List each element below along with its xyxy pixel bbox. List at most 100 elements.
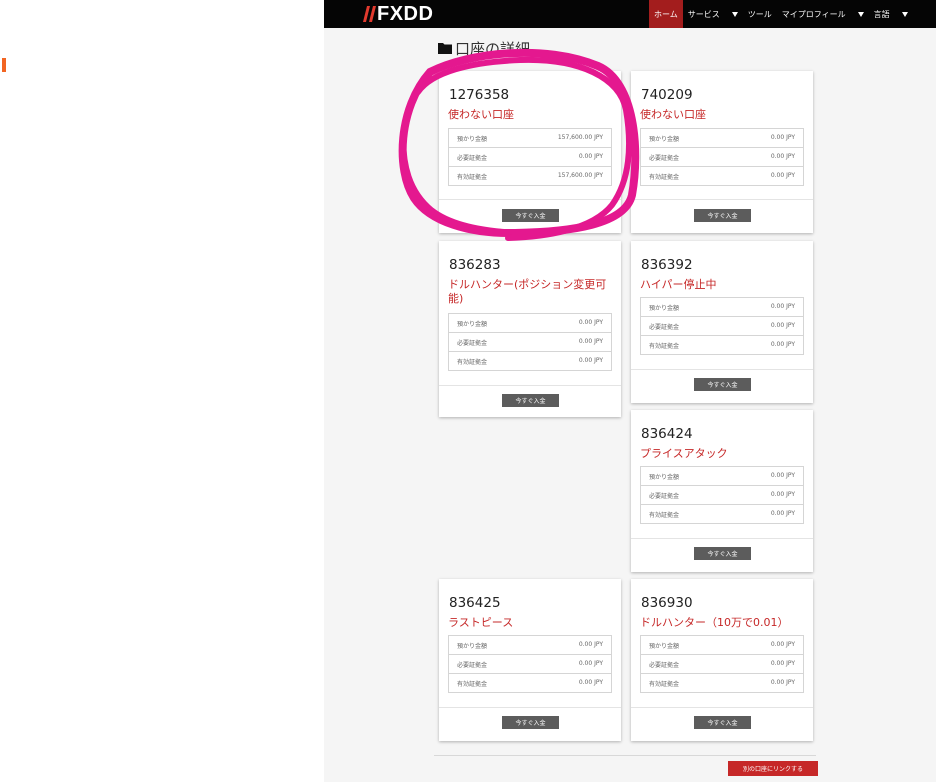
card-divider (631, 538, 813, 539)
row-value: 0.00 JPY (578, 679, 603, 686)
nav-tools-label: ツール (747, 9, 772, 19)
row-label: 有効証拠金 (457, 359, 488, 366)
fxdd-app: FXDD ホーム サービス ツール マイプロフィール 言語 口座の詳細 1276… (324, 0, 936, 782)
orange-marker (2, 58, 6, 72)
table-row: 預かり金額 0.00 JPY (640, 298, 804, 317)
account-card-836392: 836392 ハイパー停止中 預かり金額 0.00 JPY 必要証拠金 0.00 J… (631, 241, 813, 403)
account-balance-table: 預かり金額 0.00 JPY 必要証拠金 0.00 JPY 有効証拠金 0.00 JP… (640, 466, 804, 524)
deposit-now-button[interactable]: 今すぐ入金 (502, 209, 559, 222)
row-label: 必要証拠金 (457, 340, 488, 347)
account-card-836425: 836425 ラストピース 預かり金額 0.00 JPY 必要証拠金 0.00 JP… (439, 579, 621, 741)
logo-text: FXDD (377, 3, 434, 25)
row-value: 0.00 JPY (770, 322, 795, 329)
table-row: 有効証拠金 157,600.00 JPY (448, 167, 612, 186)
table-row: 必要証拠金 0.00 JPY (640, 148, 804, 167)
table-row: 必要証拠金 0.00 JPY (448, 655, 612, 674)
row-value: 0.00 JPY (578, 660, 603, 667)
row-label: 有効証拠金 (457, 174, 488, 181)
table-row: 預かり金額 157,600.00 JPY (448, 129, 612, 148)
account-balance-table: 預かり金額 0.00 JPY 必要証拠金 0.00 JPY 有効証拠金 0.00 JP… (640, 297, 804, 355)
row-label: 有効証拠金 (649, 681, 680, 688)
account-number: 836930 (641, 595, 693, 611)
link-another-account-button[interactable]: 別の口座にリンクする (728, 761, 818, 776)
nav-my-profile-label: マイプロフィール (781, 9, 846, 19)
table-row: 必要証拠金 0.00 JPY (640, 655, 804, 674)
nav-home[interactable]: ホーム (649, 0, 683, 28)
row-value: 0.00 JPY (578, 641, 603, 648)
row-label: 有効証拠金 (649, 174, 680, 181)
deposit-now-button[interactable]: 今すぐ入金 (502, 716, 559, 729)
nav-home-label: ホーム (654, 9, 678, 19)
top-navbar: FXDD ホーム サービス ツール マイプロフィール 言語 (324, 0, 936, 28)
account-number: 740209 (641, 87, 693, 103)
account-number: 836425 (449, 595, 501, 611)
account-number: 1276358 (449, 87, 510, 103)
nav-tools[interactable]: ツール (743, 0, 777, 28)
account-card-836424: 836424 プライスアタック 預かり金額 0.00 JPY 必要証拠金 0.00 … (631, 410, 813, 572)
caret-down-icon (901, 11, 908, 17)
table-row: 必要証拠金 0.00 JPY (448, 148, 612, 167)
account-balance-table: 預かり金額 0.00 JPY 必要証拠金 0.00 JPY 有効証拠金 0.00 JP… (640, 635, 804, 693)
row-value: 157,600.00 JPY (557, 172, 603, 179)
table-row: 有効証拠金 0.00 JPY (448, 352, 612, 371)
folder-icon (438, 43, 452, 54)
row-value: 0.00 JPY (770, 472, 795, 479)
account-name: ハイパー停止中 (640, 278, 717, 291)
account-balance-table: 預かり金額 157,600.00 JPY 必要証拠金 0.00 JPY 有効証拠金 1… (448, 128, 612, 186)
account-name: 使わない口座 (448, 108, 514, 121)
row-label: 有効証拠金 (649, 512, 680, 519)
account-balance-table: 預かり金額 0.00 JPY 必要証拠金 0.00 JPY 有効証拠金 0.00 JP… (640, 128, 804, 186)
row-label: 有効証拠金 (457, 681, 488, 688)
row-label: 預かり金額 (649, 643, 680, 650)
table-row: 預かり金額 0.00 JPY (448, 314, 612, 333)
row-label: 必要証拠金 (649, 155, 680, 162)
nav-services[interactable]: サービス (683, 0, 743, 28)
table-row: 預かり金額 0.00 JPY (448, 636, 612, 655)
account-name: ドルハンター（10万で0.01） (640, 616, 789, 629)
row-value: 0.00 JPY (578, 153, 603, 160)
row-value: 0.00 JPY (770, 153, 795, 160)
nav-my-profile[interactable]: マイプロフィール (777, 0, 869, 28)
nav-services-label: サービス (687, 9, 720, 19)
account-name: 使わない口座 (640, 108, 706, 121)
account-number: 836392 (641, 257, 693, 273)
table-row: 有効証拠金 0.00 JPY (448, 674, 612, 693)
account-card-740209: 740209 使わない口座 預かり金額 0.00 JPY 必要証拠金 0.00 JP… (631, 71, 813, 233)
row-value: 0.00 JPY (770, 172, 795, 179)
row-label: 必要証拠金 (649, 493, 680, 500)
row-label: 必要証拠金 (649, 662, 680, 669)
account-number: 836424 (641, 426, 693, 442)
page-title: 口座の詳細 (438, 38, 530, 58)
fxdd-logo[interactable]: FXDD (362, 4, 433, 24)
row-label: 必要証拠金 (457, 662, 488, 669)
card-divider (439, 385, 621, 386)
account-balance-table: 預かり金額 0.00 JPY 必要証拠金 0.00 JPY 有効証拠金 0.00 JP… (448, 313, 612, 371)
table-row: 有効証拠金 0.00 JPY (640, 336, 804, 355)
row-label: 必要証拠金 (649, 324, 680, 331)
row-value: 0.00 JPY (578, 338, 603, 345)
table-row: 必要証拠金 0.00 JPY (640, 486, 804, 505)
account-balance-table: 預かり金額 0.00 JPY 必要証拠金 0.00 JPY 有効証拠金 0.00 JP… (448, 635, 612, 693)
account-name: ラストピース (448, 616, 514, 629)
main-nav: ホーム サービス ツール マイプロフィール 言語 (649, 0, 913, 28)
row-label: 有効証拠金 (649, 343, 680, 350)
table-row: 預かり金額 0.00 JPY (640, 467, 804, 486)
row-value: 0.00 JPY (770, 679, 795, 686)
deposit-now-button[interactable]: 今すぐ入金 (694, 547, 751, 560)
row-value: 0.00 JPY (770, 303, 795, 310)
row-label: 預かり金額 (649, 474, 680, 481)
deposit-now-button[interactable]: 今すぐ入金 (502, 394, 559, 407)
card-divider (439, 199, 621, 200)
table-row: 必要証拠金 0.00 JPY (448, 333, 612, 352)
row-label: 預かり金額 (649, 305, 680, 312)
deposit-now-button[interactable]: 今すぐ入金 (694, 716, 751, 729)
account-name: プライスアタック (640, 447, 728, 460)
table-row: 有効証拠金 0.00 JPY (640, 674, 804, 693)
deposit-now-button[interactable]: 今すぐ入金 (694, 378, 751, 391)
account-number: 836283 (449, 257, 501, 273)
card-divider (631, 369, 813, 370)
row-label: 預かり金額 (457, 321, 488, 328)
account-card-836283: 836283 ドルハンター(ポジション変更可能) 預かり金額 0.00 JPY 必… (439, 241, 621, 417)
deposit-now-button[interactable]: 今すぐ入金 (694, 209, 751, 222)
nav-language[interactable]: 言語 (869, 0, 913, 28)
